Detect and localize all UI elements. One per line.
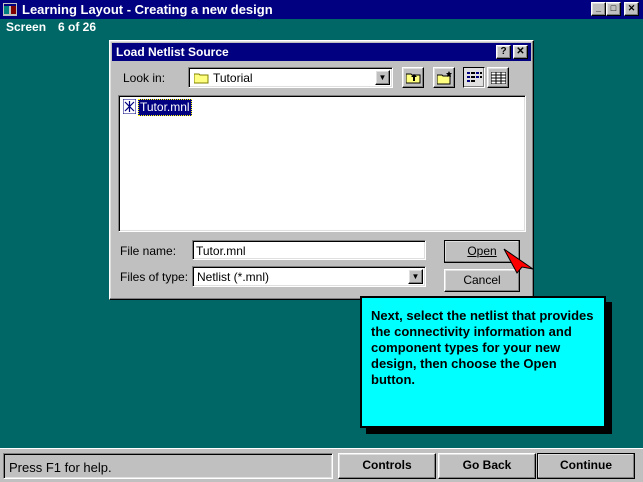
dialog-close-button[interactable]: ✕ — [513, 45, 528, 59]
minimize-icon: _ — [595, 3, 601, 13]
file-name-value: Tutor.mnl — [196, 244, 246, 258]
controls-button-label: Controls — [362, 458, 412, 472]
open-button-label: Open — [467, 244, 497, 258]
close-button[interactable]: ✕ — [624, 2, 639, 16]
chevron-down-icon: ▼ — [378, 73, 387, 82]
screen-counter: 6 of 26 — [58, 20, 97, 34]
help-button[interactable]: ? — [496, 45, 511, 59]
file-item-name: Tutor.mnl — [138, 99, 192, 116]
look-in-dropdown-button[interactable]: ▼ — [375, 70, 390, 85]
netlist-file-icon — [123, 99, 136, 114]
instruction-callout: Next, select the netlist that provides t… — [360, 296, 606, 428]
look-in-combo[interactable]: Tutorial ▼ — [188, 67, 393, 88]
dialog-title: Load Netlist Source — [116, 45, 229, 59]
pointer-arrow-icon — [503, 248, 534, 274]
files-of-type-label: Files of type: — [120, 270, 189, 284]
status-bar: Press F1 for help. Controls Go Back Cont… — [0, 448, 643, 482]
load-netlist-dialog: Load Netlist Source ? ✕ Look in: Tutoria… — [109, 40, 534, 300]
window-titlebar[interactable]: Learning Layout - Creating a new design … — [0, 0, 643, 19]
list-view-icon — [467, 72, 482, 82]
maximize-icon: □ — [610, 3, 617, 13]
question-icon: ? — [500, 46, 507, 57]
close-icon: ✕ — [516, 46, 525, 57]
create-new-folder-button[interactable] — [433, 67, 455, 88]
files-of-type-combo[interactable]: Netlist (*.mnl) ▼ — [192, 266, 426, 287]
cancel-button-label: Cancel — [463, 273, 501, 287]
status-text-panel: Press F1 for help. — [3, 453, 333, 479]
continue-button-label: Continue — [560, 458, 612, 472]
app-icon — [3, 3, 17, 16]
files-of-type-dropdown-button[interactable]: ▼ — [408, 269, 423, 284]
details-view-button[interactable] — [487, 67, 509, 88]
look-in-value: Tutorial — [213, 71, 253, 85]
callout-text: Next, select the netlist that provides t… — [371, 308, 594, 387]
up-one-level-button[interactable] — [402, 67, 424, 88]
folder-up-icon — [406, 73, 421, 84]
new-folder-icon — [437, 71, 452, 85]
continue-button[interactable]: Continue — [537, 453, 635, 479]
file-list[interactable]: Tutor.mnl — [118, 95, 526, 232]
controls-button[interactable]: Controls — [338, 453, 436, 479]
file-name-label: File name: — [120, 244, 177, 258]
list-view-button[interactable] — [463, 67, 485, 88]
maximize-button[interactable]: □ — [606, 2, 621, 16]
folder-icon — [194, 73, 209, 84]
go-back-button-label: Go Back — [462, 458, 512, 472]
go-back-button[interactable]: Go Back — [438, 453, 536, 479]
files-of-type-value: Netlist (*.mnl) — [197, 270, 270, 284]
look-in-label: Look in: — [123, 71, 166, 85]
details-view-icon — [491, 72, 506, 84]
minimize-button[interactable]: _ — [591, 2, 606, 16]
close-icon: ✕ — [627, 3, 636, 13]
chevron-down-icon: ▼ — [411, 272, 420, 281]
window-title: Learning Layout - Creating a new design — [22, 2, 273, 17]
status-help-text: Press F1 for help. — [9, 460, 112, 475]
dialog-titlebar[interactable]: Load Netlist Source ? ✕ — [112, 43, 531, 61]
file-name-input[interactable]: Tutor.mnl — [192, 240, 426, 260]
screen-label: Screen — [6, 20, 47, 34]
